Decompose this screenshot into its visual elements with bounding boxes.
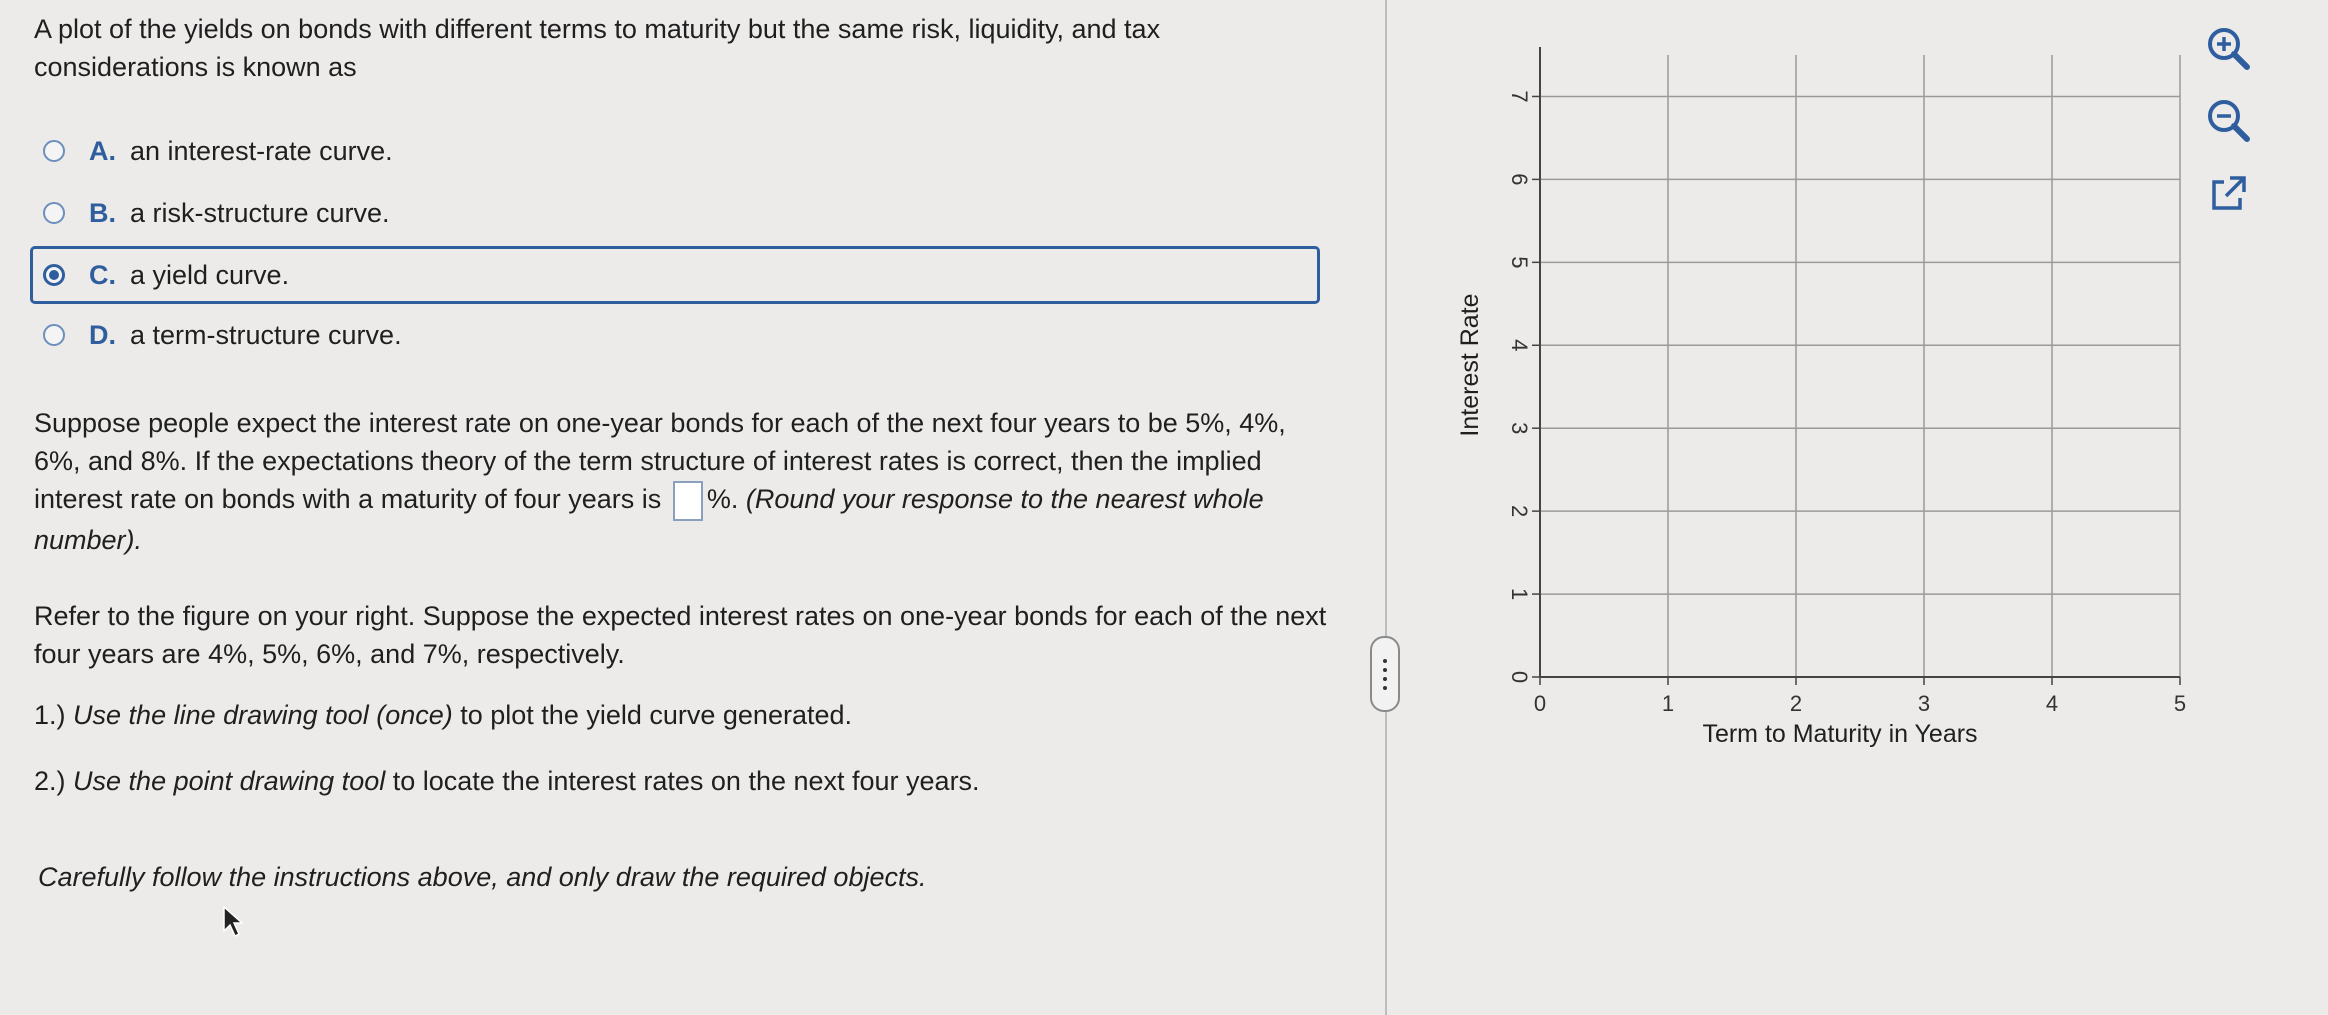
question2-percent: %. bbox=[706, 484, 739, 514]
x-tick-label: 1 bbox=[1662, 691, 1674, 716]
y-axis-label: Interest Rate bbox=[1456, 293, 1484, 436]
option-c-text: a yield curve. bbox=[130, 259, 290, 290]
radio-c[interactable] bbox=[43, 264, 65, 286]
instruction-2-rest: to locate the interest rates on the next… bbox=[392, 766, 980, 796]
question-panel: A plot of the yields on bonds with diffe… bbox=[0, 0, 1385, 1015]
option-d[interactable]: D. a term-structure curve. bbox=[30, 306, 1320, 364]
zoom-in-button[interactable] bbox=[2200, 20, 2256, 76]
option-b-text: a risk-structure curve. bbox=[130, 197, 390, 228]
y-tick-label: 1 bbox=[1507, 588, 1532, 600]
x-tick-label: 0 bbox=[1534, 691, 1546, 716]
instruction-1-num: 1.) bbox=[34, 700, 66, 730]
popout-button[interactable] bbox=[2200, 166, 2256, 222]
y-tick-label: 6 bbox=[1507, 173, 1532, 185]
panel-resize-handle[interactable] bbox=[1370, 636, 1400, 712]
instruction-1: 1.) Use the line drawing tool (once) to … bbox=[34, 700, 852, 731]
zoom-out-icon bbox=[2208, 100, 2250, 142]
question1-prompt: A plot of the yields on bonds with diffe… bbox=[34, 14, 1161, 82]
zoom-out-button[interactable] bbox=[2200, 92, 2256, 148]
y-tick-label: 2 bbox=[1507, 505, 1532, 517]
option-c-letter: C. bbox=[89, 259, 116, 290]
instruction-2-num: 2.) bbox=[34, 766, 66, 796]
y-tick-label: 4 bbox=[1507, 339, 1532, 351]
zoom-in-icon bbox=[2208, 28, 2250, 70]
question2-text: Suppose people expect the interest rate … bbox=[34, 404, 1334, 559]
question3-prompt: Refer to the figure on your right. Suppo… bbox=[34, 601, 1327, 669]
yield-curve-chart[interactable]: 0 1 2 3 4 5 0 1 2 3 4 5 6 7 Term to Maturity in Years… bbox=[1440, 40, 2200, 760]
option-b-letter: B. bbox=[89, 197, 116, 228]
mouse-cursor-icon bbox=[223, 905, 244, 938]
radio-b[interactable] bbox=[43, 202, 65, 224]
chart-ticks: 0 1 2 3 4 5 0 1 2 3 4 5 6 7 bbox=[1507, 90, 2186, 716]
radio-d[interactable] bbox=[43, 324, 65, 346]
option-a-text: an interest-rate curve. bbox=[130, 135, 393, 166]
instruction-1-italic: Use the line drawing tool (once) bbox=[73, 700, 453, 730]
instruction-2: 2.) Use the point drawing tool to locate… bbox=[34, 766, 980, 797]
option-c[interactable]: C. a yield curve. bbox=[30, 246, 1320, 304]
y-tick-label: 0 bbox=[1507, 671, 1532, 683]
careful-note: Carefully follow the instructions above,… bbox=[38, 862, 927, 892]
instruction-2-italic: Use the point drawing tool bbox=[73, 766, 386, 796]
answer-input[interactable] bbox=[672, 480, 703, 521]
option-a[interactable]: A. an interest-rate curve. bbox=[30, 122, 1320, 180]
y-tick-label: 3 bbox=[1507, 422, 1532, 434]
instruction-1-rest: to plot the yield curve generated. bbox=[460, 700, 853, 730]
x-tick-label: 2 bbox=[1790, 691, 1802, 716]
y-tick-label: 5 bbox=[1507, 256, 1532, 268]
option-d-letter: D. bbox=[89, 319, 116, 350]
option-d-text: a term-structure curve. bbox=[130, 319, 402, 350]
radio-a[interactable] bbox=[43, 140, 65, 162]
panel-divider bbox=[1385, 0, 1387, 1015]
x-tick-label: 3 bbox=[1918, 691, 1930, 716]
x-tick-label: 4 bbox=[2046, 691, 2058, 716]
chart-axes bbox=[1539, 47, 2180, 678]
option-b[interactable]: B. a risk-structure curve. bbox=[30, 184, 1320, 242]
y-tick-label: 7 bbox=[1507, 90, 1532, 102]
chart-grid bbox=[1540, 55, 2181, 677]
x-axis-label: Term to Maturity in Years bbox=[1702, 720, 1977, 748]
external-link-icon bbox=[2212, 176, 2246, 210]
x-tick-label: 5 bbox=[2174, 691, 2186, 716]
option-a-letter: A. bbox=[89, 135, 116, 166]
